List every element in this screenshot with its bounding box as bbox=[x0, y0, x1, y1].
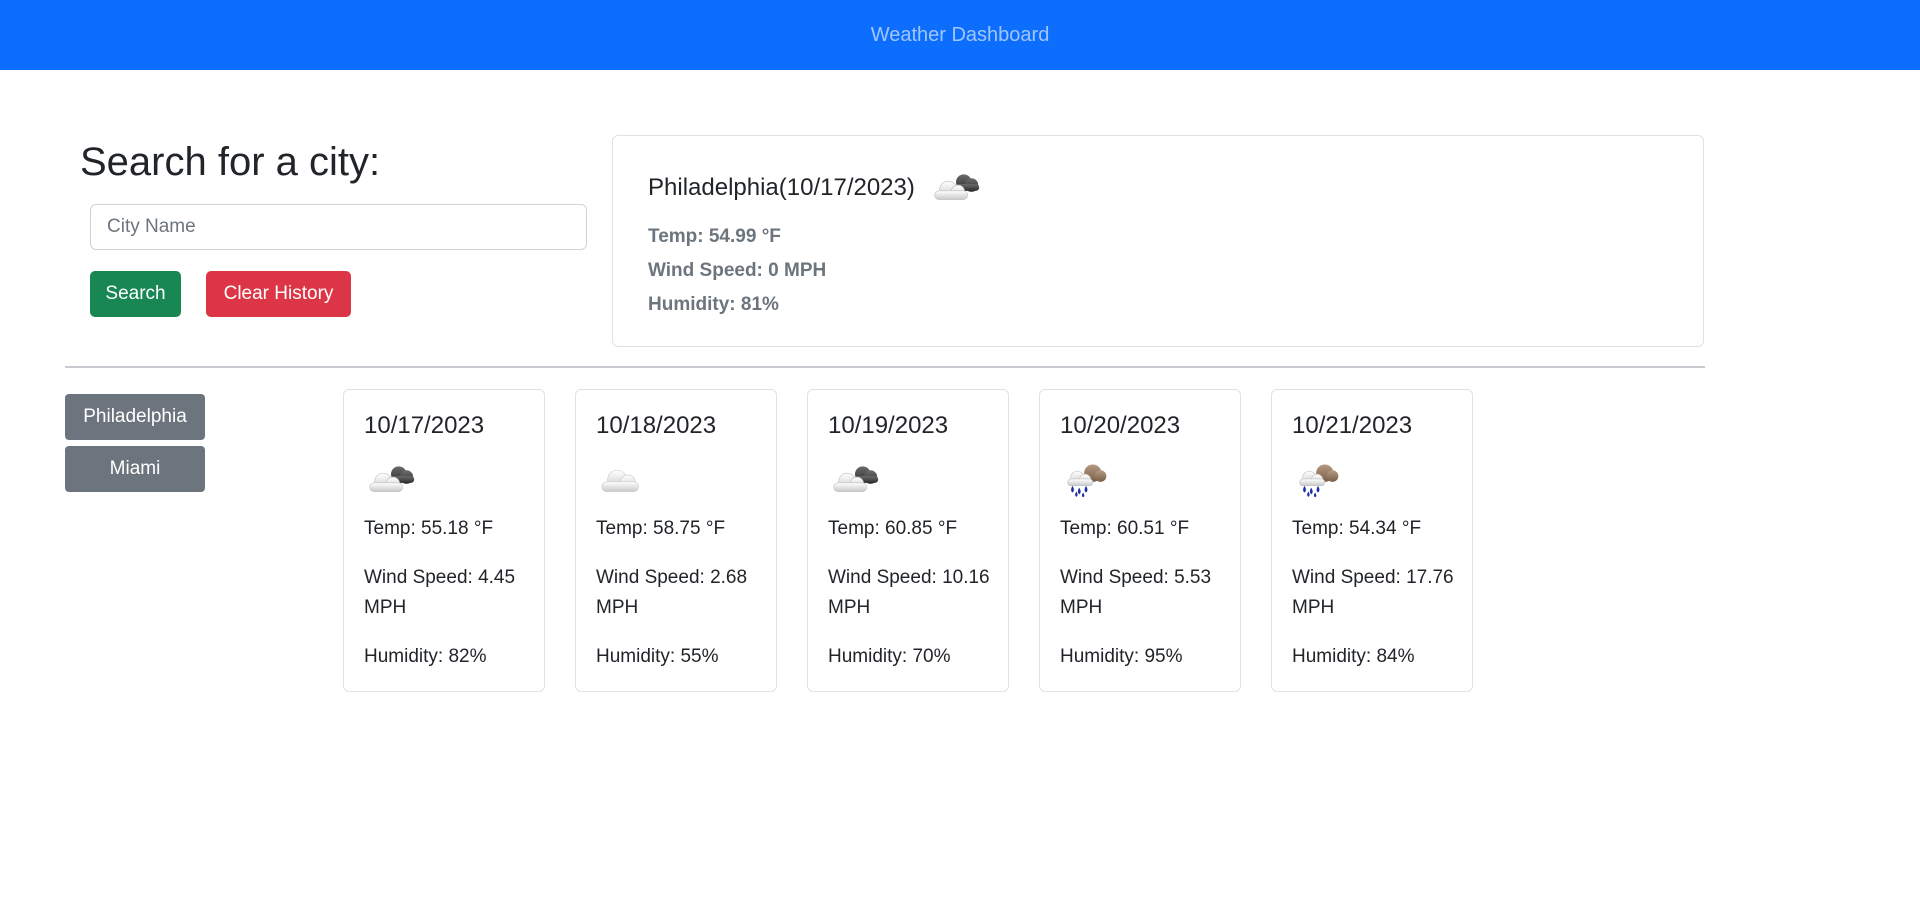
forecast-humidity: Humidity: 84% bbox=[1292, 646, 1415, 667]
forecast-humidity: Humidity: 55% bbox=[596, 646, 719, 667]
forecast-card: 10/19/2023 Temp: 60.85 °F Wind Speed: 10… bbox=[807, 389, 1009, 692]
app-title: Weather Dashboard bbox=[870, 24, 1050, 46]
current-temp: Temp: 54.99 °F bbox=[648, 226, 781, 247]
forecast-wind-speed: Wind Speed: 10.16 MPH bbox=[828, 567, 990, 618]
forecast-date: 10/19/2023 bbox=[828, 412, 949, 439]
current-weather-card: Philadelphia(10/17/2023) Temp: 54.99 °F … bbox=[612, 135, 1704, 347]
forecast-date: 10/17/2023 bbox=[364, 412, 485, 439]
forecast-temp: Temp: 58.75 °F bbox=[596, 518, 726, 539]
forecast-wind-speed: Wind Speed: 4.45 MPH bbox=[364, 567, 516, 618]
forecast-date: 10/20/2023 bbox=[1060, 412, 1181, 439]
current-wind-speed: Wind Speed: 0 MPH bbox=[648, 260, 827, 281]
cloud-icon bbox=[594, 458, 652, 503]
partly-cloudy-icon bbox=[927, 166, 985, 211]
search-heading: Search for a city: bbox=[80, 140, 381, 184]
forecast-wind-speed: Wind Speed: 17.76 MPH bbox=[1292, 567, 1454, 618]
forecast-temp: Temp: 60.85 °F bbox=[828, 518, 958, 539]
navbar: Weather Dashboard bbox=[0, 0, 1920, 70]
forecast-temp: Temp: 54.34 °F bbox=[1292, 518, 1422, 539]
forecast-humidity: Humidity: 70% bbox=[828, 646, 951, 667]
forecast-card: 10/21/2023 Temp: 54.34 °F Wind Speed: 17… bbox=[1271, 389, 1473, 692]
current-city-title: Philadelphia(10/17/2023) bbox=[648, 174, 915, 201]
current-humidity: Humidity: 81% bbox=[648, 294, 779, 315]
section-divider bbox=[65, 366, 1705, 368]
clear-history-button[interactable]: Clear History bbox=[206, 271, 351, 317]
forecast-wind-speed: Wind Speed: 2.68 MPH bbox=[596, 567, 748, 618]
broken-clouds-icon bbox=[362, 458, 420, 503]
broken-clouds-icon bbox=[826, 458, 884, 503]
forecast-card: 10/18/2023 Temp: 58.75 °F Wind Speed: 2.… bbox=[575, 389, 777, 692]
forecast-humidity: Humidity: 95% bbox=[1060, 646, 1183, 667]
forecast-temp: Temp: 55.18 °F bbox=[364, 518, 494, 539]
forecast-temp: Temp: 60.51 °F bbox=[1060, 518, 1190, 539]
forecast-humidity: Humidity: 82% bbox=[364, 646, 487, 667]
forecast-card: 10/20/2023 Temp: 60.51 °F Wind Speed: 5.… bbox=[1039, 389, 1241, 692]
rain-icon bbox=[1058, 458, 1116, 503]
search-button[interactable]: Search bbox=[90, 271, 181, 317]
history-item-philadelphia[interactable]: Philadelphia bbox=[65, 394, 205, 440]
forecast-date: 10/18/2023 bbox=[596, 412, 717, 439]
forecast-card: 10/17/2023 Temp: 55.18 °F Wind Speed: 4.… bbox=[343, 389, 545, 692]
rain-icon bbox=[1290, 458, 1348, 503]
search-history-list: Philadelphia Miami bbox=[65, 394, 205, 498]
forecast-wind-speed: Wind Speed: 5.53 MPH bbox=[1060, 567, 1212, 618]
history-item-miami[interactable]: Miami bbox=[65, 446, 205, 492]
forecast-date: 10/21/2023 bbox=[1292, 412, 1413, 439]
current-weather-header: Philadelphia(10/17/2023) bbox=[648, 166, 985, 210]
city-search-input[interactable] bbox=[90, 204, 587, 250]
